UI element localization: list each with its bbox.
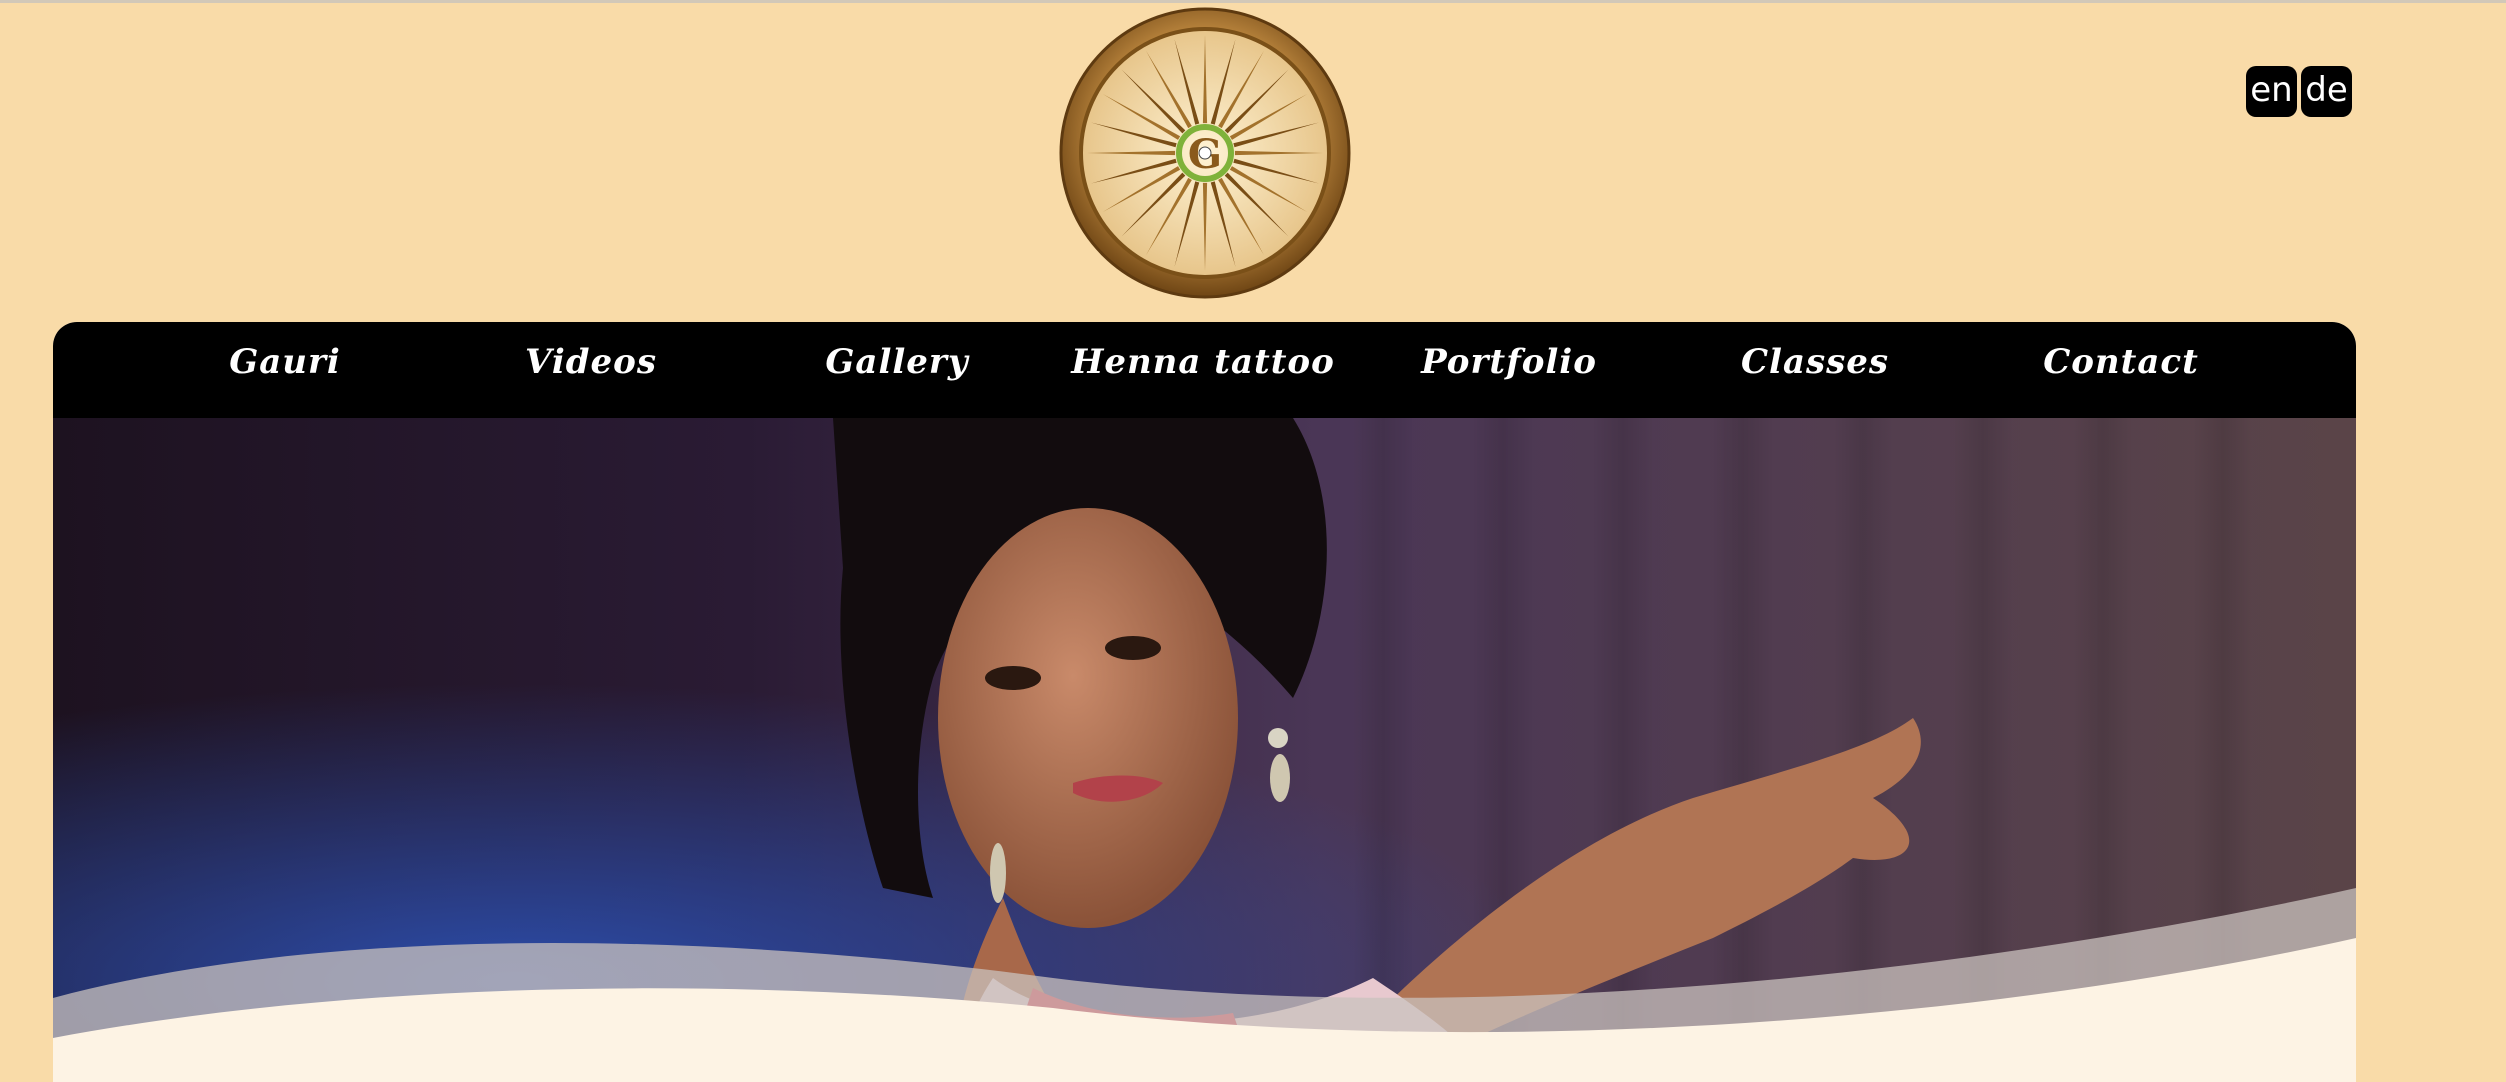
dancer-photo xyxy=(53,418,2356,1082)
lang-de-button[interactable]: de xyxy=(2301,66,2352,117)
wheel-logo-icon: G xyxy=(1059,7,1351,299)
nav-item-henna-tattoo[interactable]: Henna tattoo xyxy=(1071,342,1335,382)
nav-item-videos[interactable]: Videos xyxy=(525,342,657,382)
nav-item-contact[interactable]: Contact xyxy=(2043,342,2199,382)
language-switch: en de xyxy=(2246,66,2352,117)
main-card: Gauri Videos Gallery Henna tattoo Portfo… xyxy=(53,322,2356,1082)
top-border xyxy=(0,0,2506,3)
main-nav: Gauri Videos Gallery Henna tattoo Portfo… xyxy=(53,322,2356,418)
hero-banner xyxy=(53,418,2356,1082)
nav-item-gallery[interactable]: Gallery xyxy=(825,342,968,382)
lang-en-button[interactable]: en xyxy=(2246,66,2297,117)
nav-item-classes[interactable]: Classes xyxy=(1741,342,1889,382)
nav-item-gauri[interactable]: Gauri xyxy=(229,342,341,382)
logo[interactable]: G xyxy=(1058,6,1352,300)
nav-item-portfolio[interactable]: Portfolio xyxy=(1421,342,1597,382)
